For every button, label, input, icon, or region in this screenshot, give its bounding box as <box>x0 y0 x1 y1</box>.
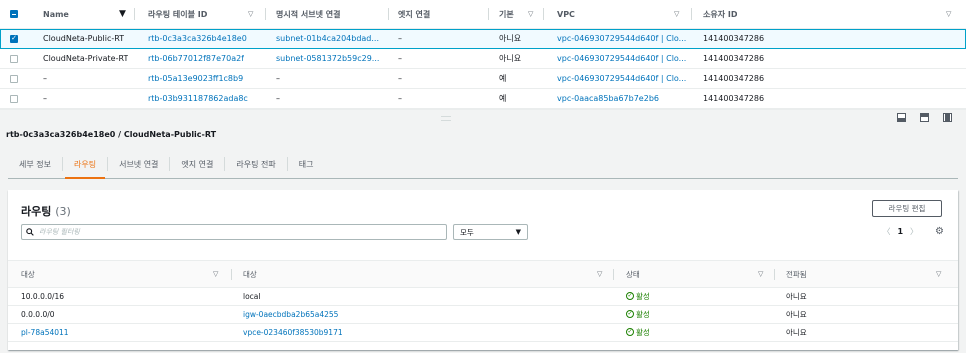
routes-table-header: 대상 ▽ 대상 ▽ 상태 ▽ 전파됨 ▽ <box>8 260 958 288</box>
row-name: CloudNeta-Private-RT <box>43 54 129 63</box>
owner-value: 141400347286 <box>703 54 765 63</box>
panel-bottom-icon[interactable] <box>897 113 906 122</box>
column-header-main[interactable]: 기본 <box>499 0 514 28</box>
detail-tabs: 세부 정보 라우팅 서브넷 연결 엣지 연결 라우팅 전파 태그 <box>8 150 958 179</box>
sort-icon[interactable]: ▽ <box>597 270 602 278</box>
route-target-link[interactable]: vpce-023460f38530b9171 <box>243 323 343 341</box>
route-target: local <box>243 291 261 301</box>
tab-routes[interactable]: 라우팅 <box>63 150 107 179</box>
column-header-edge[interactable]: 엣지 연결 <box>398 0 430 28</box>
route-target-link[interactable]: igw-0aecbdba2b65a4255 <box>243 305 338 323</box>
tab-edge-associations[interactable]: 엣지 연결 <box>170 150 224 178</box>
edit-routes-button[interactable]: 라우팅 편집 <box>872 200 942 217</box>
route-destination: 0.0.0.0/0 <box>21 309 55 319</box>
column-header-propagated[interactable]: 전파됨 <box>786 261 807 287</box>
detail-title: rtb-0c3a3ca326b4e18e0 / CloudNeta-Public… <box>6 130 217 139</box>
column-header-owner[interactable]: 소유자 ID <box>703 0 737 28</box>
route-propagated: 아니요 <box>786 327 807 337</box>
row-name: CloudNeta-Public-RT <box>43 34 125 43</box>
tab-details[interactable]: 세부 정보 <box>8 150 62 178</box>
select-all-checkbox[interactable] <box>10 0 18 28</box>
subnet-link[interactable]: subnet-0581372b59c29... <box>276 49 379 68</box>
search-input[interactable] <box>37 227 421 237</box>
rtb-id-link[interactable]: rtb-0c3a3ca326b4e18e0 <box>148 29 247 48</box>
route-destination-link[interactable]: pl-78a54011 <box>21 323 69 341</box>
table-row[interactable]: CloudNeta-Private-RT rtb-06b77012f87e70a… <box>0 49 966 69</box>
main-value: 아니요 <box>499 34 522 43</box>
main-value: 아니요 <box>499 54 522 63</box>
sort-icon[interactable]: ▽ <box>528 10 533 18</box>
sort-icon[interactable]: ▽ <box>213 270 218 278</box>
owner-value: 141400347286 <box>703 34 765 43</box>
owner-value: 141400347286 <box>703 74 765 83</box>
edge-value: – <box>398 54 402 63</box>
column-header-subnet[interactable]: 명시적 서브넷 연결 <box>276 0 340 28</box>
row-checkbox[interactable] <box>10 69 18 88</box>
panel-full-icon[interactable] <box>943 113 952 122</box>
route-status: ✓ 활성 <box>626 309 650 319</box>
table-header: Name ▼ 라우팅 테이블 ID ▽ 명시적 서브넷 연결 엣지 연결 기본 … <box>0 0 966 29</box>
table-row[interactable]: – rtb-05a13e9023ff1c8b9 – – 예 vpc-046930… <box>0 69 966 89</box>
drag-handle-icon[interactable] <box>441 116 451 121</box>
row-checkbox[interactable] <box>10 49 18 68</box>
sort-icon[interactable]: ▽ <box>946 10 951 18</box>
row-checkbox[interactable]: ✓ <box>10 29 18 48</box>
tab-subnet-associations[interactable]: 서브넷 연결 <box>108 150 169 178</box>
rtb-id-link[interactable]: rtb-06b77012f87e70a2f <box>148 49 244 68</box>
vpc-link[interactable]: vpc-046930729544d640f | Clo... <box>557 49 686 68</box>
current-page[interactable]: 1 <box>897 227 903 236</box>
route-row: 0.0.0.0/0 igw-0aecbdba2b65a4255 ✓ 활성 아니요 <box>8 305 958 324</box>
route-propagated: 아니요 <box>786 309 807 319</box>
check-circle-icon: ✓ <box>626 328 634 336</box>
filter-selected-value: 모두 <box>460 227 474 237</box>
subnet-link[interactable]: subnet-01b4ca204bdad... <box>276 29 379 48</box>
tab-route-propagation[interactable]: 라우팅 전파 <box>225 150 286 178</box>
column-header-vpc[interactable]: VPC <box>557 0 575 28</box>
sort-icon[interactable]: ▽ <box>936 270 941 278</box>
routes-count: (3) <box>55 205 71 218</box>
pagination: 〈 1 〉 ⚙ <box>882 226 944 237</box>
gear-icon[interactable]: ⚙ <box>935 226 944 237</box>
sort-icon[interactable]: ▽ <box>674 10 679 18</box>
column-header-target[interactable]: 대상 <box>243 261 257 287</box>
routes-heading: 라우팅 (3) <box>21 205 71 218</box>
route-search-field[interactable] <box>21 224 447 240</box>
route-status: ✓ 활성 <box>626 291 650 301</box>
sort-desc-icon[interactable]: ▼ <box>119 9 126 19</box>
panel-splitter[interactable] <box>0 103 966 127</box>
column-header-name[interactable]: Name <box>43 0 69 28</box>
sort-icon[interactable]: ▽ <box>758 270 763 278</box>
prev-page-icon[interactable]: 〈 <box>882 226 890 237</box>
column-header-status[interactable]: 상태 <box>626 261 640 287</box>
vpc-link[interactable]: vpc-046930729544d640f | Clo... <box>557 29 686 48</box>
sort-icon[interactable]: ▽ <box>248 10 253 18</box>
panel-split-icon[interactable] <box>920 113 929 122</box>
column-header-rtb-id[interactable]: 라우팅 테이블 ID <box>148 0 207 28</box>
column-header-destination[interactable]: 대상 <box>21 261 35 287</box>
rtb-id-link[interactable]: rtb-05a13e9023ff1c8b9 <box>148 69 243 88</box>
route-destination: 10.0.0.0/16 <box>21 291 65 301</box>
chevron-down-icon: ▼ <box>515 228 521 236</box>
route-row: pl-78a54011 vpce-023460f38530b9171 ✓ 활성 아… <box>8 323 958 342</box>
route-filter-select[interactable]: 모두 ▼ <box>453 224 528 240</box>
route-status: ✓ 활성 <box>626 327 650 337</box>
edge-value: – <box>398 34 402 43</box>
main-value: 예 <box>499 74 507 83</box>
check-circle-icon: ✓ <box>626 292 634 300</box>
vpc-link[interactable]: vpc-046930729544d640f | Clo... <box>557 69 686 88</box>
tab-tags[interactable]: 태그 <box>288 150 325 178</box>
routes-panel: 라우팅 (3) 라우팅 편집 모두 ▼ 〈 1 〉 ⚙ 대상 ▽ 대상 ▽ 상태… <box>8 190 958 350</box>
next-page-icon[interactable]: 〉 <box>910 226 918 237</box>
subnet-value: – <box>276 74 280 83</box>
route-tables-table: Name ▼ 라우팅 테이블 ID ▽ 명시적 서브넷 연결 엣지 연결 기본 … <box>0 0 966 110</box>
search-icon <box>26 228 34 236</box>
check-circle-icon: ✓ <box>626 310 634 318</box>
route-propagated: 아니요 <box>786 291 807 301</box>
row-name: – <box>43 74 47 83</box>
table-row[interactable]: ✓ CloudNeta-Public-RT rtb-0c3a3ca326b4e1… <box>0 29 966 49</box>
edge-value: – <box>398 74 402 83</box>
panel-layout-controls <box>897 113 952 122</box>
route-row: 10.0.0.0/16 local ✓ 활성 아니요 <box>8 287 958 306</box>
